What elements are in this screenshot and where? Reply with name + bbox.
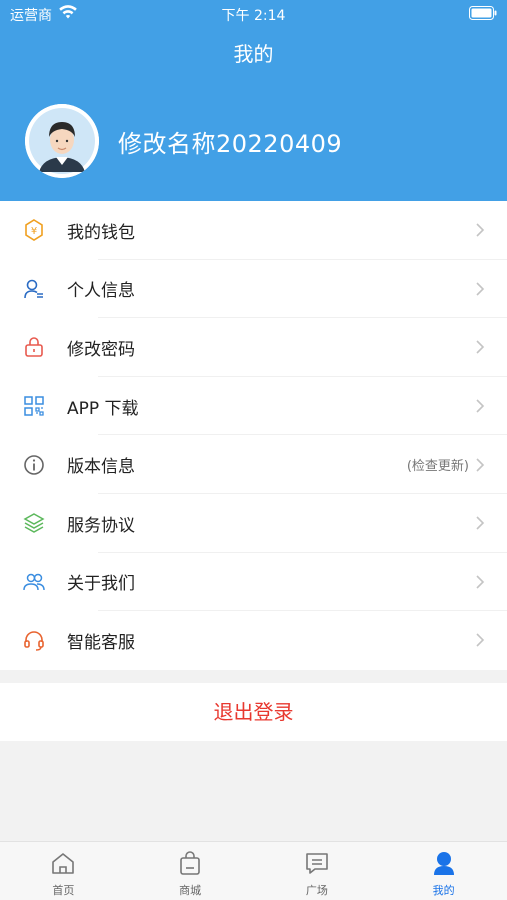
menu-item-wallet[interactable]: ¥ 我的钱包 <box>0 201 507 260</box>
tab-label: 首页 <box>52 884 75 897</box>
wallet-icon: ¥ <box>25 219 43 242</box>
people-icon <box>23 573 45 590</box>
menu-item-version-info[interactable]: 版本信息 (检查更新) <box>0 435 507 494</box>
menu-item-change-password[interactable]: 修改密码 <box>0 318 507 377</box>
chevron-right-icon <box>476 516 485 530</box>
status-bar: 运营商 下午 2:14 <box>0 0 507 28</box>
menu-item-service-agreement[interactable]: 服务协议 <box>0 494 507 553</box>
chevron-right-icon <box>476 282 485 296</box>
menu-item-personal-info[interactable]: 个人信息 <box>0 260 507 319</box>
menu-list: ¥ 我的钱包 个人信息 修改密码 APP 下载 版本信息 (检查更新) 服务协议… <box>0 201 507 670</box>
tab-mall[interactable]: 商城 <box>127 842 254 900</box>
tab-mine[interactable]: 我的 <box>380 842 507 900</box>
avatar-icon[interactable] <box>25 104 99 178</box>
home-icon <box>52 853 75 874</box>
menu-item-label: 修改密码 <box>67 339 135 360</box>
lock-icon <box>25 337 43 358</box>
chevron-right-icon <box>476 340 485 355</box>
headset-icon <box>24 631 44 652</box>
page-title: 我的 <box>233 42 274 66</box>
qr-code-icon <box>24 396 44 416</box>
menu-item-label: 我的钱包 <box>67 222 135 243</box>
shopping-bag-icon <box>180 851 200 875</box>
menu-item-customer-service[interactable]: 智能客服 <box>0 611 507 670</box>
chevron-right-icon <box>476 399 485 413</box>
logout-button[interactable]: 退出登录 <box>0 683 507 741</box>
menu-item-label: 个人信息 <box>67 281 135 302</box>
tab-bar: 首页 商城 广场 我的 <box>0 841 507 900</box>
chevron-right-icon <box>476 223 485 237</box>
tab-label: 我的 <box>432 884 455 897</box>
chevron-right-icon <box>476 633 485 648</box>
message-icon <box>306 853 328 874</box>
menu-item-label: 关于我们 <box>67 574 135 595</box>
chevron-right-icon <box>476 575 485 589</box>
chevron-right-icon <box>476 458 485 472</box>
user-info-icon <box>24 279 43 298</box>
check-update-text: (检查更新) <box>406 459 469 475</box>
tab-home[interactable]: 首页 <box>0 842 127 900</box>
menu-item-label: APP 下载 <box>67 398 139 419</box>
menu-item-app-download[interactable]: APP 下载 <box>0 377 507 436</box>
tab-label: 广场 <box>305 884 328 897</box>
person-icon <box>433 852 454 875</box>
profile-name[interactable]: 修改名称20220409 <box>118 124 342 159</box>
svg-text:¥: ¥ <box>31 226 37 237</box>
info-icon <box>24 454 44 475</box>
menu-item-label: 服务协议 <box>67 515 135 536</box>
clock: 下午 2:14 <box>221 8 286 24</box>
menu-item-about-us[interactable]: 关于我们 <box>0 553 507 612</box>
layers-icon <box>23 513 45 534</box>
tab-plaza[interactable]: 广场 <box>254 842 381 900</box>
header: 运营商 下午 2:14 我的 修改名称20220409 <box>0 0 507 201</box>
battery-icon <box>469 6 497 20</box>
tab-label: 商城 <box>179 884 202 897</box>
menu-item-label: 版本信息 <box>67 457 135 478</box>
menu-item-label: 智能客服 <box>67 632 135 653</box>
